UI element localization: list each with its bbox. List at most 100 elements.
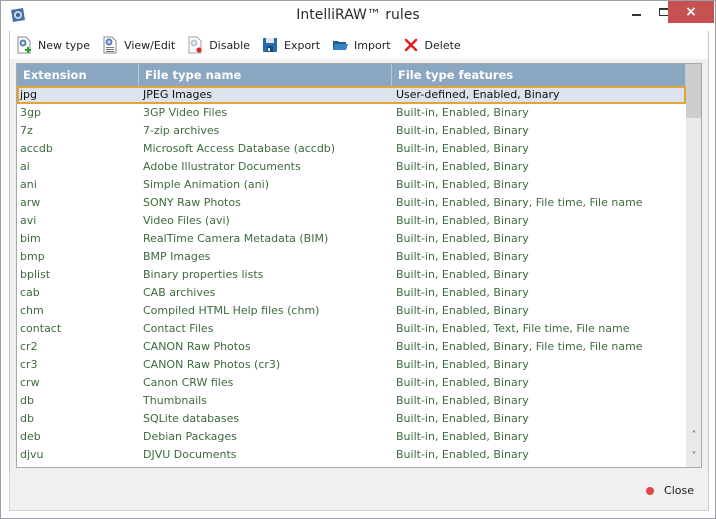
table-row[interactable]: arw SONY Raw Photos Built-in, Enabled, Bin… <box>17 194 686 212</box>
file-type-name-cell: Compiled HTML Help files (chm) <box>143 304 320 317</box>
table-row[interactable]: bplist Binary properties lists Built-in, E… <box>17 266 686 284</box>
window-close-button[interactable]: × <box>668 1 714 23</box>
file-type-features-cell: Built-in, Enabled, Binary <box>396 358 529 371</box>
vertical-scrollbar[interactable]: ˄ ˅ <box>686 64 701 467</box>
title-bar: IntelliRAW™ rules × <box>1 1 715 31</box>
import-button[interactable]: Import <box>326 34 397 56</box>
new-type-label: New type <box>38 38 91 52</box>
minimize-icon <box>631 14 641 16</box>
table-row[interactable]: bim RealTime Camera Metadata (BIM) Built-i… <box>17 230 686 248</box>
file-type-features-cell: Built-in, Enabled, Binary, File time, Fi… <box>396 340 643 353</box>
disable-button[interactable]: Disable <box>181 34 256 56</box>
window-title: IntelliRAW™ rules <box>296 7 420 23</box>
extension-cell: bmp <box>20 250 45 263</box>
file-type-name-cell: Simple Animation (ani) <box>143 178 269 191</box>
extension-cell: jpg <box>20 88 38 101</box>
export-button[interactable]: Export <box>256 34 326 56</box>
table-row[interactable]: contact Contact Files Built-in, Enabled, T… <box>17 320 686 338</box>
dialog-footer: Close <box>9 473 709 511</box>
file-type-name-cell: SONY Raw Photos <box>143 196 241 209</box>
toolbar: New type View/Edit Disable Export Import <box>9 31 709 59</box>
file-type-features-cell: Built-in, Enabled, Binary <box>396 142 529 155</box>
scroll-down-icon[interactable]: ˅ <box>686 448 701 466</box>
scrollbar-thumb[interactable] <box>686 64 701 118</box>
close-dot-icon <box>646 486 655 495</box>
file-type-name-cell: CANON Raw Photos (cr3) <box>143 358 281 371</box>
table-row[interactable]: ai Adobe Illustrator Documents Built-in, E… <box>17 158 686 176</box>
file-type-features-cell: Built-in, Enabled, Binary, File time, Fi… <box>392 464 686 467</box>
table-row[interactable]: 7z 7-zip archives Built-in, Enabled, Binar… <box>17 122 686 140</box>
scroll-up-icon[interactable]: ˄ <box>686 427 701 445</box>
column-header-file-type-features[interactable]: File type features <box>392 64 686 86</box>
column-header-file-type-name[interactable]: File type name <box>139 64 392 86</box>
table-row[interactable]: ani Simple Animation (ani) Built-in, Enabl… <box>17 176 686 194</box>
save-icon <box>262 36 278 54</box>
close-label: Close <box>664 484 694 497</box>
file-type-name-cell: Windows DLLs <box>139 464 392 467</box>
file-type-features-cell: Built-in, Enabled, Binary <box>396 178 529 191</box>
table-row[interactable]: cab CAB archives Built-in, Enabled, Binary <box>17 284 686 302</box>
file-type-features-cell: Built-in, Enabled, Binary <box>396 448 529 461</box>
file-type-name-cell: CANON Raw Photos <box>143 340 251 353</box>
file-type-name-cell: DJVU Documents <box>143 448 237 461</box>
delete-button[interactable]: Delete <box>397 34 467 56</box>
table-row-selected[interactable]: jpg JPEG Images User-defined, Enabled, Bin… <box>17 86 686 104</box>
close-button[interactable]: Close <box>646 484 694 497</box>
file-type-features-cell: Built-in, Enabled, Binary <box>396 214 529 227</box>
minimize-button[interactable] <box>621 1 651 23</box>
file-type-name-cell: Adobe Illustrator Documents <box>143 160 301 173</box>
close-icon: × <box>685 4 697 20</box>
file-type-name-cell: SQLite databases <box>143 412 240 425</box>
table-row[interactable]: cr2 CANON Raw Photos Built-in, Enabled, Bi… <box>17 338 686 356</box>
table-row[interactable]: 3gp 3GP Video Files Built-in, Enabled, Bin… <box>17 104 686 122</box>
file-type-features-cell: Built-in, Enabled, Text, File time, File… <box>396 322 630 335</box>
extension-cell: contact <box>20 322 62 335</box>
extension-cell: cab <box>20 286 40 299</box>
extension-cell: cr2 <box>20 340 38 353</box>
file-type-name-cell: RealTime Camera Metadata (BIM) <box>143 232 329 245</box>
file-type-features-cell: Built-in, Enabled, Binary <box>396 232 529 245</box>
export-label: Export <box>284 38 321 52</box>
extension-cell: arw <box>20 196 41 209</box>
table-row[interactable]: dllWindows DLLsBuilt-in, Enabled, Binary… <box>17 464 686 467</box>
table-row[interactable]: chm Compiled HTML Help files (chm) Built-i… <box>17 302 686 320</box>
table-row[interactable]: djvu DJVU Documents Built-in, Enabled, Bin… <box>17 446 686 464</box>
file-type-features-cell: Built-in, Enabled, Binary <box>396 286 529 299</box>
table-row[interactable]: db SQLite databases Built-in, Enabled, Bin… <box>17 410 686 428</box>
grid-header: Extension File type name File type featu… <box>17 64 686 86</box>
file-type-name-cell: 3GP Video Files <box>143 106 228 119</box>
file-type-name-cell: CAB archives <box>143 286 216 299</box>
new-type-button[interactable]: New type <box>10 34 96 56</box>
file-type-name-cell: Binary properties lists <box>143 268 264 281</box>
table-row[interactable]: db Thumbnails Built-in, Enabled, Binary <box>17 392 686 410</box>
extension-cell: deb <box>20 430 41 443</box>
table-row[interactable]: deb Debian Packages Built-in, Enabled, Bin… <box>17 428 686 446</box>
file-type-name-cell: Microsoft Access Database (accdb) <box>143 142 336 155</box>
file-type-features-cell: Built-in, Enabled, Binary <box>396 160 529 173</box>
table-row[interactable]: avi Video Files (avi) Built-in, Enabled, B… <box>17 212 686 230</box>
view-edit-button[interactable]: View/Edit <box>96 34 181 56</box>
import-label: Import <box>354 38 391 52</box>
table-row[interactable]: accdb Microsoft Access Database (accdb) Bu… <box>17 140 686 158</box>
file-type-features-cell: User-defined, Enabled, Binary <box>396 88 560 101</box>
table-row[interactable]: cr3 CANON Raw Photos (cr3) Built-in, Enabl… <box>17 356 686 374</box>
table-row[interactable]: bmp BMP Images Built-in, Enabled, Binary <box>17 248 686 266</box>
file-type-features-cell: Built-in, Enabled, Binary <box>396 124 529 137</box>
file-type-name-cell: Debian Packages <box>143 430 237 443</box>
file-type-name-cell: JPEG Images <box>143 88 213 101</box>
file-type-name-cell: BMP Images <box>143 250 211 263</box>
table-row[interactable]: crw Canon CRW files Built-in, Enabled, Bin… <box>17 374 686 392</box>
extension-cell: bplist <box>20 268 51 281</box>
column-header-extension[interactable]: Extension <box>17 64 139 86</box>
file-type-name-cell: Canon CRW files <box>143 376 234 389</box>
extension-cell: 7z <box>20 124 33 137</box>
file-type-name-cell: 7-zip archives <box>143 124 220 137</box>
view-edit-label: View/Edit <box>124 38 176 52</box>
file-type-features-cell: Built-in, Enabled, Binary <box>396 430 529 443</box>
extension-cell: db <box>20 394 34 407</box>
view-edit-icon <box>102 36 118 54</box>
extension-cell: accdb <box>20 142 53 155</box>
file-type-name-cell: Thumbnails <box>143 394 207 407</box>
extension-cell: dll <box>17 464 139 467</box>
file-type-features-cell: Built-in, Enabled, Binary, File time, Fi… <box>396 196 643 209</box>
